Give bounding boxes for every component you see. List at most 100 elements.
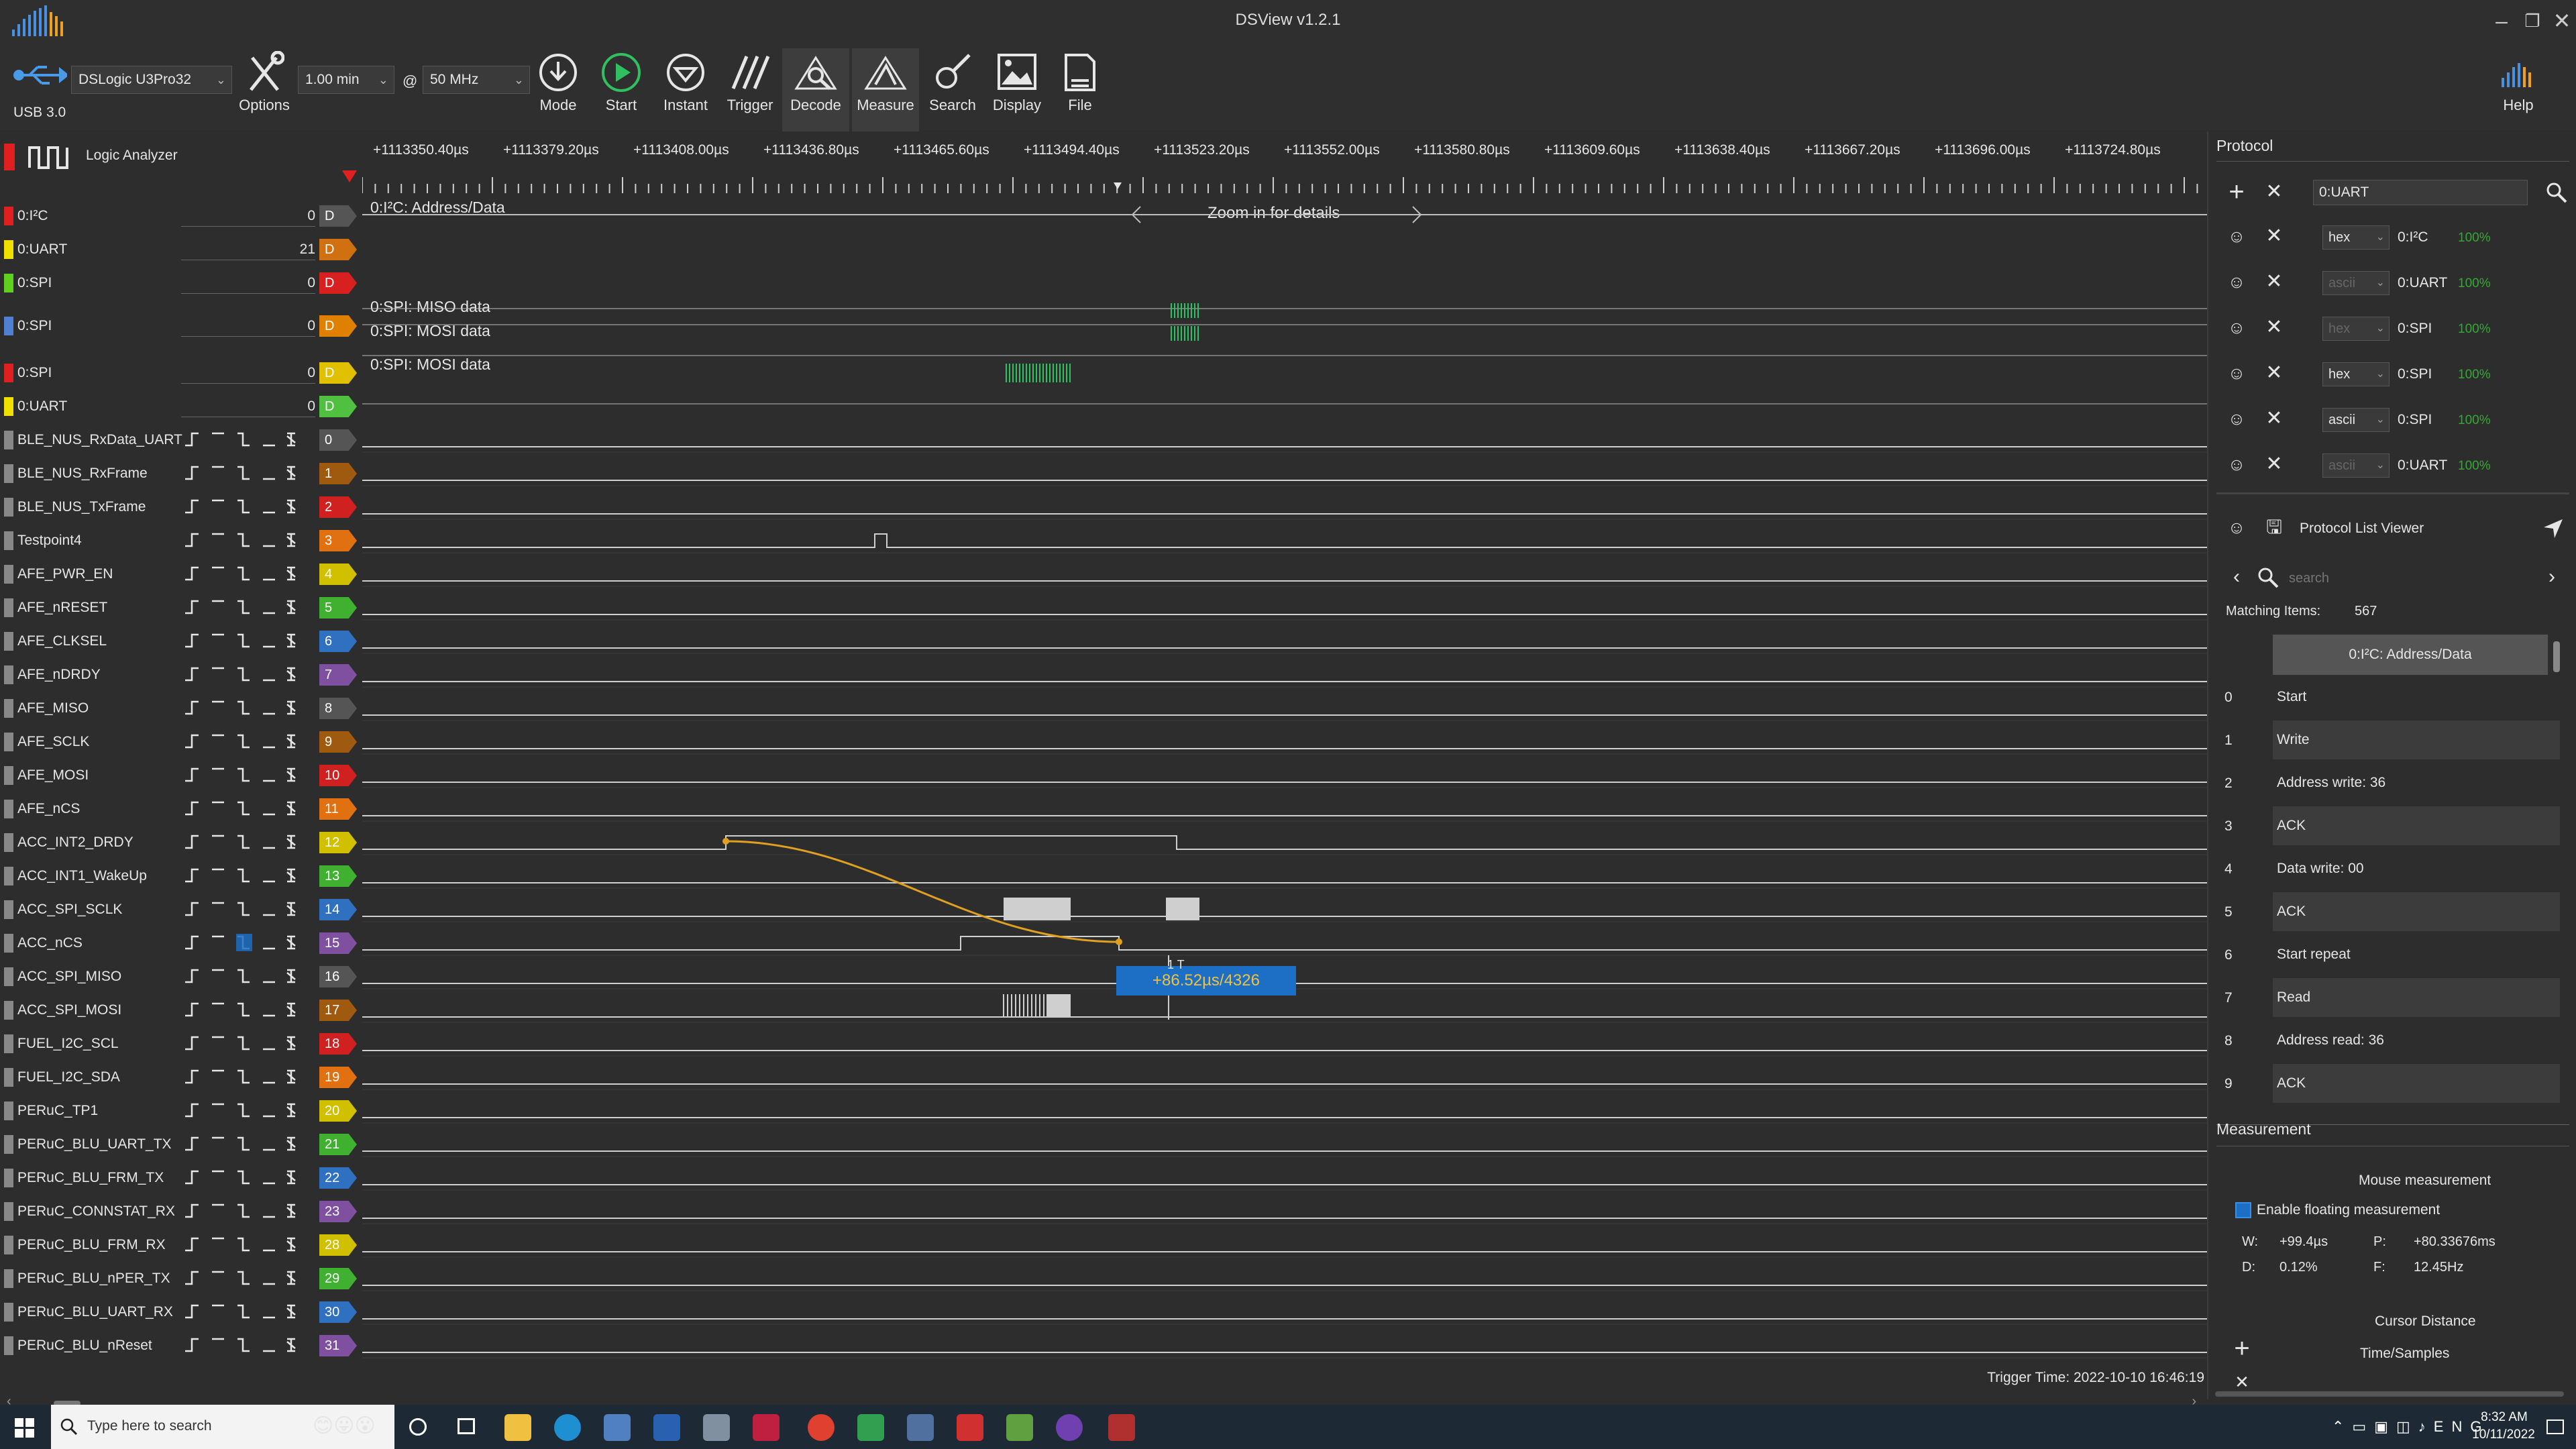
remove-decoder-icon[interactable]: ✕ [2261,314,2288,341]
device-select[interactable]: DSLogic U3Pro32 ⌄ [71,66,232,94]
channel-name[interactable]: ACC_INT1_WakeUp [17,868,147,884]
decoder-select[interactable]: 0:UART [2313,180,2528,205]
windows-start-icon[interactable] [15,1418,35,1438]
channel-name[interactable]: AFE_CLKSEL [17,633,107,649]
trigger-edge-icons[interactable] [182,564,297,588]
channel-color[interactable] [4,934,13,953]
channel-number-tag[interactable]: 12 [319,832,357,853]
duration-select[interactable]: 1.00 min ⌄ [298,66,394,94]
channel-number-tag[interactable]: 28 [319,1234,357,1256]
channel-name[interactable]: BLE_NUS_RxFrame [17,466,148,482]
channel-color[interactable] [4,1001,13,1020]
list-item[interactable]: 4 Data write: 00 [2224,849,2560,888]
channel-name[interactable]: ACC_SPI_MISO [17,969,121,985]
list-item[interactable]: 2 Address write: 36 [2224,763,2560,802]
trigger-edge-icons[interactable] [182,731,297,756]
minimize-icon[interactable]: – [2486,5,2517,36]
app-icon-3[interactable] [753,1414,780,1441]
decoder-color[interactable] [4,240,13,259]
channel-name[interactable]: PERuC_BLU_UART_RX [17,1304,173,1320]
file-explorer-icon[interactable] [504,1414,531,1441]
decoder-settings-icon[interactable]: ☺ [2223,451,2250,478]
decoder-tag[interactable]: D [319,396,357,417]
list-item[interactable]: 8 Address read: 36 [2224,1021,2560,1060]
list-item[interactable]: 9 ACK [2224,1064,2560,1103]
channel-number-tag[interactable]: 21 [319,1134,357,1155]
channel-name[interactable]: PERuC_BLU_UART_TX [17,1136,172,1152]
decoder-color[interactable] [4,364,13,382]
trigger-edge-icons[interactable] [182,463,297,488]
app-icon-5[interactable] [957,1414,983,1441]
trigger-edge-icons[interactable] [182,1234,297,1259]
channel-name[interactable]: PERuC_BLU_nReset [17,1338,152,1354]
channel-color[interactable] [4,733,13,751]
channel-color[interactable] [4,1034,13,1053]
measure-button[interactable]: Measure [852,48,919,131]
decoder-settings-icon[interactable]: ☺ [2223,360,2250,386]
channel-color[interactable] [4,800,13,818]
decoder-color[interactable] [4,397,13,416]
app-icon-6[interactable] [1056,1414,1083,1441]
channel-number-tag[interactable]: 17 [319,1000,357,1021]
channel-color[interactable] [4,1068,13,1087]
channel-name[interactable]: Testpoint4 [17,533,82,549]
channel-number-tag[interactable]: 2 [319,496,357,518]
channel-color[interactable] [4,1102,13,1120]
trigger-edge-icons[interactable] [182,1033,297,1058]
list-item[interactable]: 6 Start repeat [2224,935,2560,974]
search-button[interactable]: Search [919,51,986,131]
task-view-icon[interactable] [458,1418,475,1434]
channel-color[interactable] [4,766,13,785]
remove-decoder-icon[interactable]: ✕ [2261,178,2288,205]
save-icon[interactable]: 🖫 [2261,514,2288,541]
channel-name[interactable]: AFE_MISO [17,700,89,716]
list-item[interactable]: 7 Read [2224,978,2560,1017]
trigger-edge-icons[interactable] [182,1268,297,1293]
channel-number-tag[interactable]: 6 [319,631,357,652]
calculator-icon[interactable] [907,1414,934,1441]
channel-number-tag[interactable]: 8 [319,698,357,719]
trigger-edge-icons[interactable] [182,1167,297,1192]
trigger-edge-icons[interactable] [182,1067,297,1091]
list-viewer-settings-icon[interactable]: ☺ [2223,514,2250,541]
channel-number-tag[interactable]: 31 [319,1335,357,1356]
channel-number-tag[interactable]: 0 [319,429,357,451]
app-icon-2[interactable] [703,1414,730,1441]
channel-color[interactable] [4,632,13,651]
waveform-canvas[interactable] [362,197,2207,1364]
channel-name[interactable]: PERuC_BLU_FRM_RX [17,1237,166,1253]
format-select[interactable]: ascii ⌄ [2322,453,2390,478]
channel-color[interactable] [4,531,13,550]
trigger-edge-icons[interactable] [182,698,297,722]
trigger-edge-icons[interactable] [182,865,297,890]
channel-name[interactable]: AFE_nDRDY [17,667,101,683]
file-button[interactable]: File [1046,51,1114,131]
channel-number-tag[interactable]: 9 [319,731,357,753]
search-icon[interactable] [2545,181,2568,204]
list-scrollbar[interactable] [2553,641,2560,672]
edge-icon[interactable] [554,1414,581,1441]
channel-color[interactable] [4,1169,13,1187]
channel-name[interactable]: ACC_SPI_SCLK [17,902,122,918]
trigger-edge-icons[interactable] [182,631,297,655]
format-select[interactable]: hex ⌄ [2322,317,2390,341]
notepad-icon[interactable] [1006,1414,1033,1441]
list-search-input[interactable] [2284,565,2485,592]
decoder-name[interactable]: 0:UART [17,398,67,415]
trigger-edge-icons[interactable] [182,429,297,454]
trigger-edge-icons[interactable] [182,932,297,957]
options-button[interactable]: Options [231,51,298,131]
channel-number-tag[interactable]: 19 [319,1067,357,1088]
next-result-icon[interactable]: › [2538,564,2565,590]
trigger-button[interactable]: Trigger [716,51,784,131]
channel-number-tag[interactable]: 29 [319,1268,357,1289]
channel-color[interactable] [4,1135,13,1154]
channel-number-tag[interactable]: 15 [319,932,357,954]
close-icon[interactable]: ✕ [2546,5,2576,36]
channel-color[interactable] [4,1202,13,1221]
channel-number-tag[interactable]: 5 [319,597,357,619]
channel-number-tag[interactable]: 14 [319,899,357,920]
decoder-color[interactable] [4,317,13,335]
channel-name[interactable]: ACC_INT2_DRDY [17,835,133,851]
channel-number-tag[interactable]: 23 [319,1201,357,1222]
